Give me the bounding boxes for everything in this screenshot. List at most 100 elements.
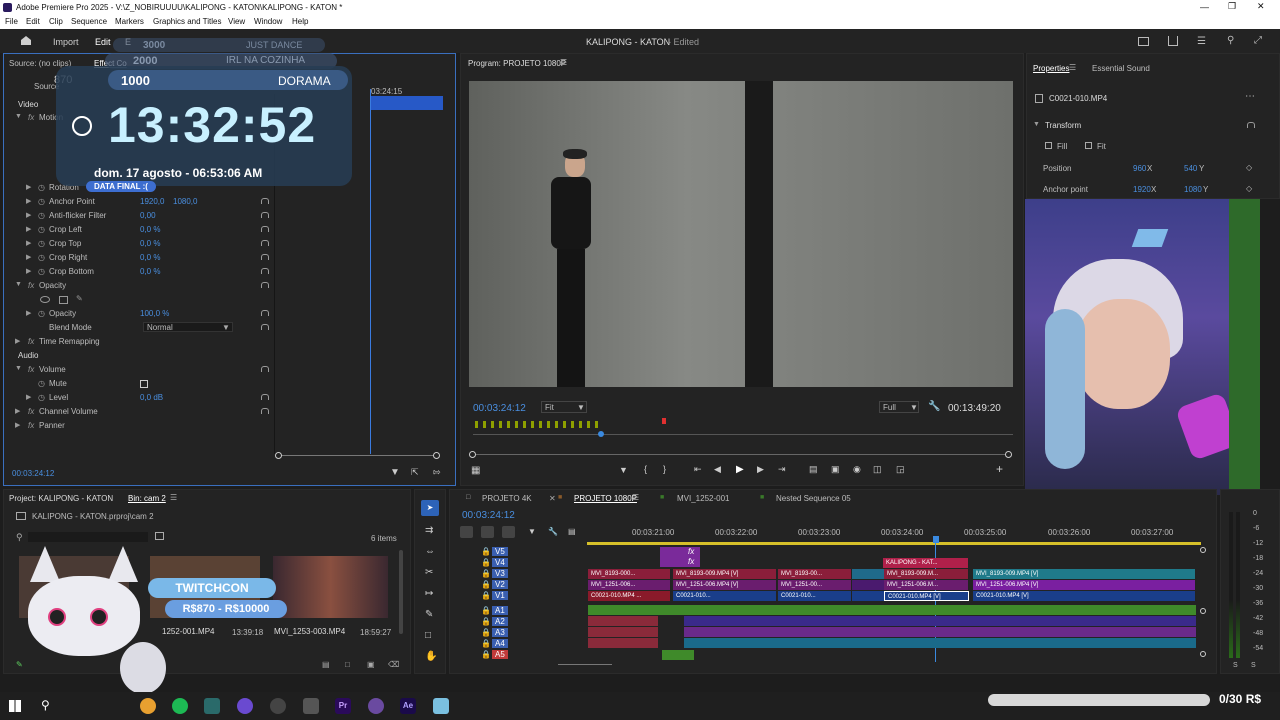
more-icon[interactable]: ⋯	[1245, 91, 1255, 102]
share-icon[interactable]	[1168, 36, 1178, 46]
a2-clip[interactable]	[684, 616, 1196, 626]
chevron-right-icon[interactable]: ▶	[15, 337, 20, 345]
fit-select[interactable]: Fit ▼	[541, 401, 587, 413]
position-y[interactable]: 540	[1184, 164, 1197, 173]
v3-clip[interactable]: MVI_8193-000...	[588, 569, 671, 579]
app-icon[interactable]	[237, 698, 253, 714]
effect-value[interactable]: 100,0 %	[140, 309, 169, 318]
tab-projeto-1080p[interactable]: PROJETO 1080P	[574, 494, 637, 503]
mark-out-icon[interactable]: }	[663, 464, 666, 474]
lock-icon[interactable]: 🔒	[481, 580, 491, 589]
solo-right[interactable]: S	[1251, 662, 1256, 669]
effect-value[interactable]: 0,00	[140, 211, 156, 220]
close-icon[interactable]: ✕	[1257, 1, 1265, 12]
obs-icon[interactable]	[270, 698, 286, 714]
stopwatch-icon[interactable]: ◷	[38, 239, 45, 248]
chevron-right-icon[interactable]: ▶	[26, 225, 31, 233]
v2-clip[interactable]: MVI_1251-00...	[778, 580, 852, 590]
track-v2[interactable]: V2	[492, 580, 508, 589]
nest-icon[interactable]	[460, 526, 473, 538]
search-icon[interactable]: ⚲	[41, 698, 50, 712]
anchor-y[interactable]: 1080	[1184, 185, 1202, 194]
video-frame[interactable]	[469, 81, 1013, 387]
hand-icon[interactable]: ✋	[425, 651, 437, 662]
lock-icon[interactable]: 🔒	[481, 617, 491, 626]
search-icon[interactable]: ⚲	[16, 532, 23, 543]
chevron-right-icon[interactable]: ▶	[15, 421, 20, 429]
track-v1[interactable]: V1	[492, 591, 508, 600]
chevron-right-icon[interactable]: ▶	[26, 197, 31, 205]
home-icon[interactable]	[20, 35, 32, 45]
keyframe-icon[interactable]: ◇	[1246, 163, 1252, 172]
windows-start-icon[interactable]	[9, 700, 21, 712]
fullscreen-icon[interactable]: ⤢	[1254, 35, 1262, 46]
reset-icon[interactable]	[261, 212, 269, 218]
mark-in-icon[interactable]: {	[644, 464, 647, 474]
share-icon[interactable]: ⇰	[433, 467, 441, 478]
snap-icon[interactable]	[481, 526, 494, 538]
blend-mode-select[interactable]: Normal ▼	[143, 322, 233, 332]
menu-graphics[interactable]: Graphics and Titles	[153, 17, 221, 26]
stopwatch-icon[interactable]: ◷	[38, 379, 45, 388]
chevron-right-icon[interactable]: ▶	[26, 309, 31, 317]
rectangle-icon[interactable]: □	[425, 630, 431, 641]
play-icon[interactable]: ▶	[736, 464, 744, 475]
restore-icon[interactable]: ❐	[1228, 1, 1236, 12]
effect-value-2[interactable]: 1080,0	[173, 197, 197, 206]
a3-clip[interactable]	[588, 627, 658, 637]
effect-value[interactable]: 1920,0	[140, 197, 164, 206]
step-forward-icon[interactable]: ▶	[757, 464, 764, 475]
trash-icon[interactable]: ⌫	[388, 660, 399, 669]
pen-mask-icon[interactable]: ✎	[76, 294, 83, 303]
ripple-edit-icon[interactable]: ⇔	[425, 546, 435, 557]
mute-checkbox[interactable]	[140, 380, 148, 388]
stopwatch-icon[interactable]: ◷	[38, 211, 45, 220]
effect-value[interactable]: 0,0 %	[140, 239, 160, 248]
panel-icon[interactable]	[1138, 37, 1149, 46]
v3-clip[interactable]: MVI_8193-009.MP4 [V]	[673, 569, 777, 579]
tab-properties[interactable]: Properties	[1033, 64, 1069, 73]
lock-icon[interactable]: 🔒	[481, 650, 491, 659]
tab-nested-sequence[interactable]: Nested Sequence 05	[776, 494, 851, 503]
quality-select[interactable]: Full ▼	[879, 401, 919, 413]
program-ruler[interactable]	[473, 434, 1013, 435]
chevron-right-icon[interactable]: ▶	[26, 393, 31, 401]
keyframe-icon[interactable]: ◇	[1246, 184, 1252, 193]
stopwatch-icon[interactable]: ◷	[38, 225, 45, 234]
reset-icon[interactable]	[261, 226, 269, 232]
tab-essential-sound[interactable]: Essential Sound	[1092, 64, 1150, 73]
track-scroll-handle[interactable]	[1200, 547, 1206, 553]
project-title[interactable]: Project: KALIPONG - KATON	[9, 494, 113, 503]
zoom-handle-left[interactable]	[469, 451, 476, 458]
zoom-handle-right[interactable]	[1005, 451, 1012, 458]
zoom-bar[interactable]	[473, 454, 1009, 455]
chevron-down-icon[interactable]: ▼	[15, 113, 22, 120]
captions-icon[interactable]: ▤	[568, 527, 576, 536]
menu-file[interactable]: File	[5, 17, 18, 26]
reset-icon[interactable]	[261, 254, 269, 260]
settings-icon[interactable]: ▦	[471, 465, 480, 476]
tab-edit[interactable]: Edit	[95, 37, 111, 47]
slip-icon[interactable]: ↦	[425, 588, 433, 599]
track-v3[interactable]: V3	[492, 569, 508, 578]
menu-icon[interactable]: ☰	[1197, 36, 1206, 47]
v2-clip[interactable]: MVI_1251-006.M...	[884, 580, 969, 590]
v1-clip[interactable]	[852, 591, 884, 601]
source-timecode[interactable]: 00:03:24:12	[12, 469, 54, 478]
chevron-right-icon[interactable]: ▶	[26, 183, 31, 191]
folder-icon[interactable]: □	[345, 660, 350, 669]
a2-clip[interactable]	[588, 616, 658, 626]
freeform-view-icon[interactable]: ▤	[322, 660, 330, 669]
stopwatch-icon[interactable]: ◷	[38, 393, 45, 402]
tab-import[interactable]: Import	[53, 37, 79, 47]
clip-name[interactable]: MVI_1253-003.MP4	[274, 627, 345, 636]
reset-icon[interactable]	[261, 198, 269, 204]
reset-icon[interactable]	[261, 268, 269, 274]
v2-clip[interactable]	[852, 580, 884, 590]
menu-sequence[interactable]: Sequence	[71, 17, 107, 26]
scroll-handle-right[interactable]	[433, 452, 440, 459]
timeline-timecode[interactable]: 00:03:24:12	[462, 510, 515, 521]
track-scroll-handle[interactable]	[1200, 651, 1206, 657]
linked-selection-icon[interactable]	[502, 526, 515, 538]
extract-icon[interactable]: ▣	[831, 464, 840, 475]
